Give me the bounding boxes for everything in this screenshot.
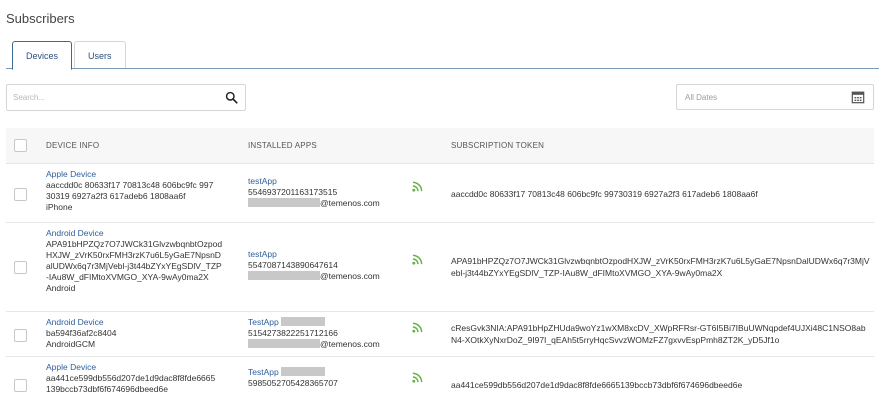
- subscription-token: APA91bHPZQz7O7JWCk31GlvzwbqnbtOzpodHXJW_…: [451, 256, 870, 278]
- subscription-token: cResGvk3NIA:APA91bHpZHUda9woYz1wXM8xcDV_…: [451, 323, 866, 345]
- subscription-token: aaccdd0c 80633f17 70813c48 606bc9fc 9973…: [451, 189, 758, 199]
- app-id: 5547087143890647614: [248, 260, 338, 270]
- redacted-text: [281, 367, 326, 376]
- app-id: 554693720116317351​5: [248, 187, 338, 197]
- table-row[interactable]: Apple Device aaccdd0c 80633f17 70813c48 …: [6, 164, 874, 223]
- tab-users[interactable]: Users: [74, 41, 126, 69]
- app-name[interactable]: TestApp: [248, 367, 279, 377]
- table-row[interactable]: Apple Device aa441ce599db556d207de1d9dac…: [6, 357, 874, 402]
- device-id-line: -IAu8W_dFIMtoXVMGO_XYA-9wAy0ma2X: [46, 272, 209, 282]
- header-installed-apps: INSTALLED APPS: [248, 141, 317, 150]
- device-type[interactable]: Android Device: [46, 228, 222, 239]
- rss-icon: [412, 322, 423, 333]
- app-name[interactable]: testApp: [248, 249, 380, 260]
- app-email: @temenos.com: [320, 271, 380, 281]
- device-platform: AndroidGCM: [46, 339, 96, 349]
- device-id-line: 30319 6927a2f3 617adeb6 1808aa6f: [46, 191, 186, 201]
- subscribers-table: DEVICE INFO INSTALLED APPS SUBSCRIPTION …: [6, 128, 874, 402]
- subscription-token: aa441ce599db556d207de1d9dac8f8fde6665139…: [451, 380, 743, 390]
- date-filter-label: All Dates: [685, 93, 718, 102]
- row-checkbox[interactable]: [14, 261, 27, 274]
- table-row[interactable]: Android Device ba594f36af2c8404 AndroidG…: [6, 312, 874, 357]
- redacted-email: [248, 339, 320, 348]
- app-id: 5154273822251712166: [248, 328, 338, 338]
- redacted-email: [248, 198, 320, 207]
- tab-devices[interactable]: Devices: [12, 41, 73, 70]
- row-checkbox[interactable]: [14, 188, 27, 201]
- tab-bar: Devices Users: [12, 41, 128, 70]
- device-id-line: aa441ce599db556d207de1d9dac8f8fde6665: [46, 373, 216, 383]
- select-all-checkbox[interactable]: [14, 139, 27, 152]
- device-id-line: HXJW_zVrK50rxFMH3rzK7u6L5yGaE7NpsnD: [46, 250, 221, 260]
- tab-divider: [6, 68, 879, 69]
- row-checkbox[interactable]: [14, 379, 27, 392]
- device-id-line: 139bccb73dbf6f674696dbeed6e: [46, 384, 168, 394]
- app-name[interactable]: TestApp: [248, 317, 279, 327]
- rss-icon: [412, 254, 423, 265]
- app-name[interactable]: testApp: [248, 176, 380, 187]
- device-id-line: APA91bHPZQz7O7JWCk31GlvzwbqnbtOzpod: [46, 239, 223, 249]
- device-id-line: ba594f36af2c8404: [46, 328, 117, 338]
- rss-icon: [412, 372, 423, 383]
- page-title: Subscribers: [6, 11, 75, 26]
- table-row[interactable]: Android Device APA91bHPZQz7O7JWCk31Glvzw…: [6, 223, 874, 312]
- device-platform: iPhone: [46, 202, 73, 212]
- header-device-info: DEVICE INFO: [46, 141, 100, 150]
- search-box: [6, 84, 246, 111]
- row-checkbox[interactable]: [14, 329, 27, 342]
- device-id-line: aaccdd0c 80633f17 70813c48 606bc9fc 997: [46, 180, 214, 190]
- redacted-text: [281, 317, 326, 326]
- app-email: @temenos.com: [320, 339, 380, 349]
- device-type[interactable]: Apple Device: [46, 169, 213, 180]
- redacted-email: [248, 271, 320, 280]
- app-id: 5985052705428365707: [248, 378, 338, 388]
- app-email: @temenos.com: [320, 198, 380, 208]
- search-icon[interactable]: [225, 91, 238, 104]
- device-platform: Android: [46, 283, 76, 293]
- calendar-icon[interactable]: [851, 90, 865, 104]
- device-type[interactable]: Android Device: [46, 317, 116, 328]
- device-type[interactable]: Apple Device: [46, 362, 215, 373]
- header-subscription-token: SUBSCRIPTION TOKEN: [451, 141, 545, 150]
- search-input[interactable]: [7, 85, 207, 110]
- date-filter[interactable]: All Dates: [676, 84, 874, 110]
- rss-icon: [412, 181, 423, 192]
- device-id-line: alUDWx6q7r3MjVebl-j3t44bZYxYEgSDlV_TZP: [46, 261, 222, 271]
- table-header: DEVICE INFO INSTALLED APPS SUBSCRIPTION …: [6, 128, 874, 164]
